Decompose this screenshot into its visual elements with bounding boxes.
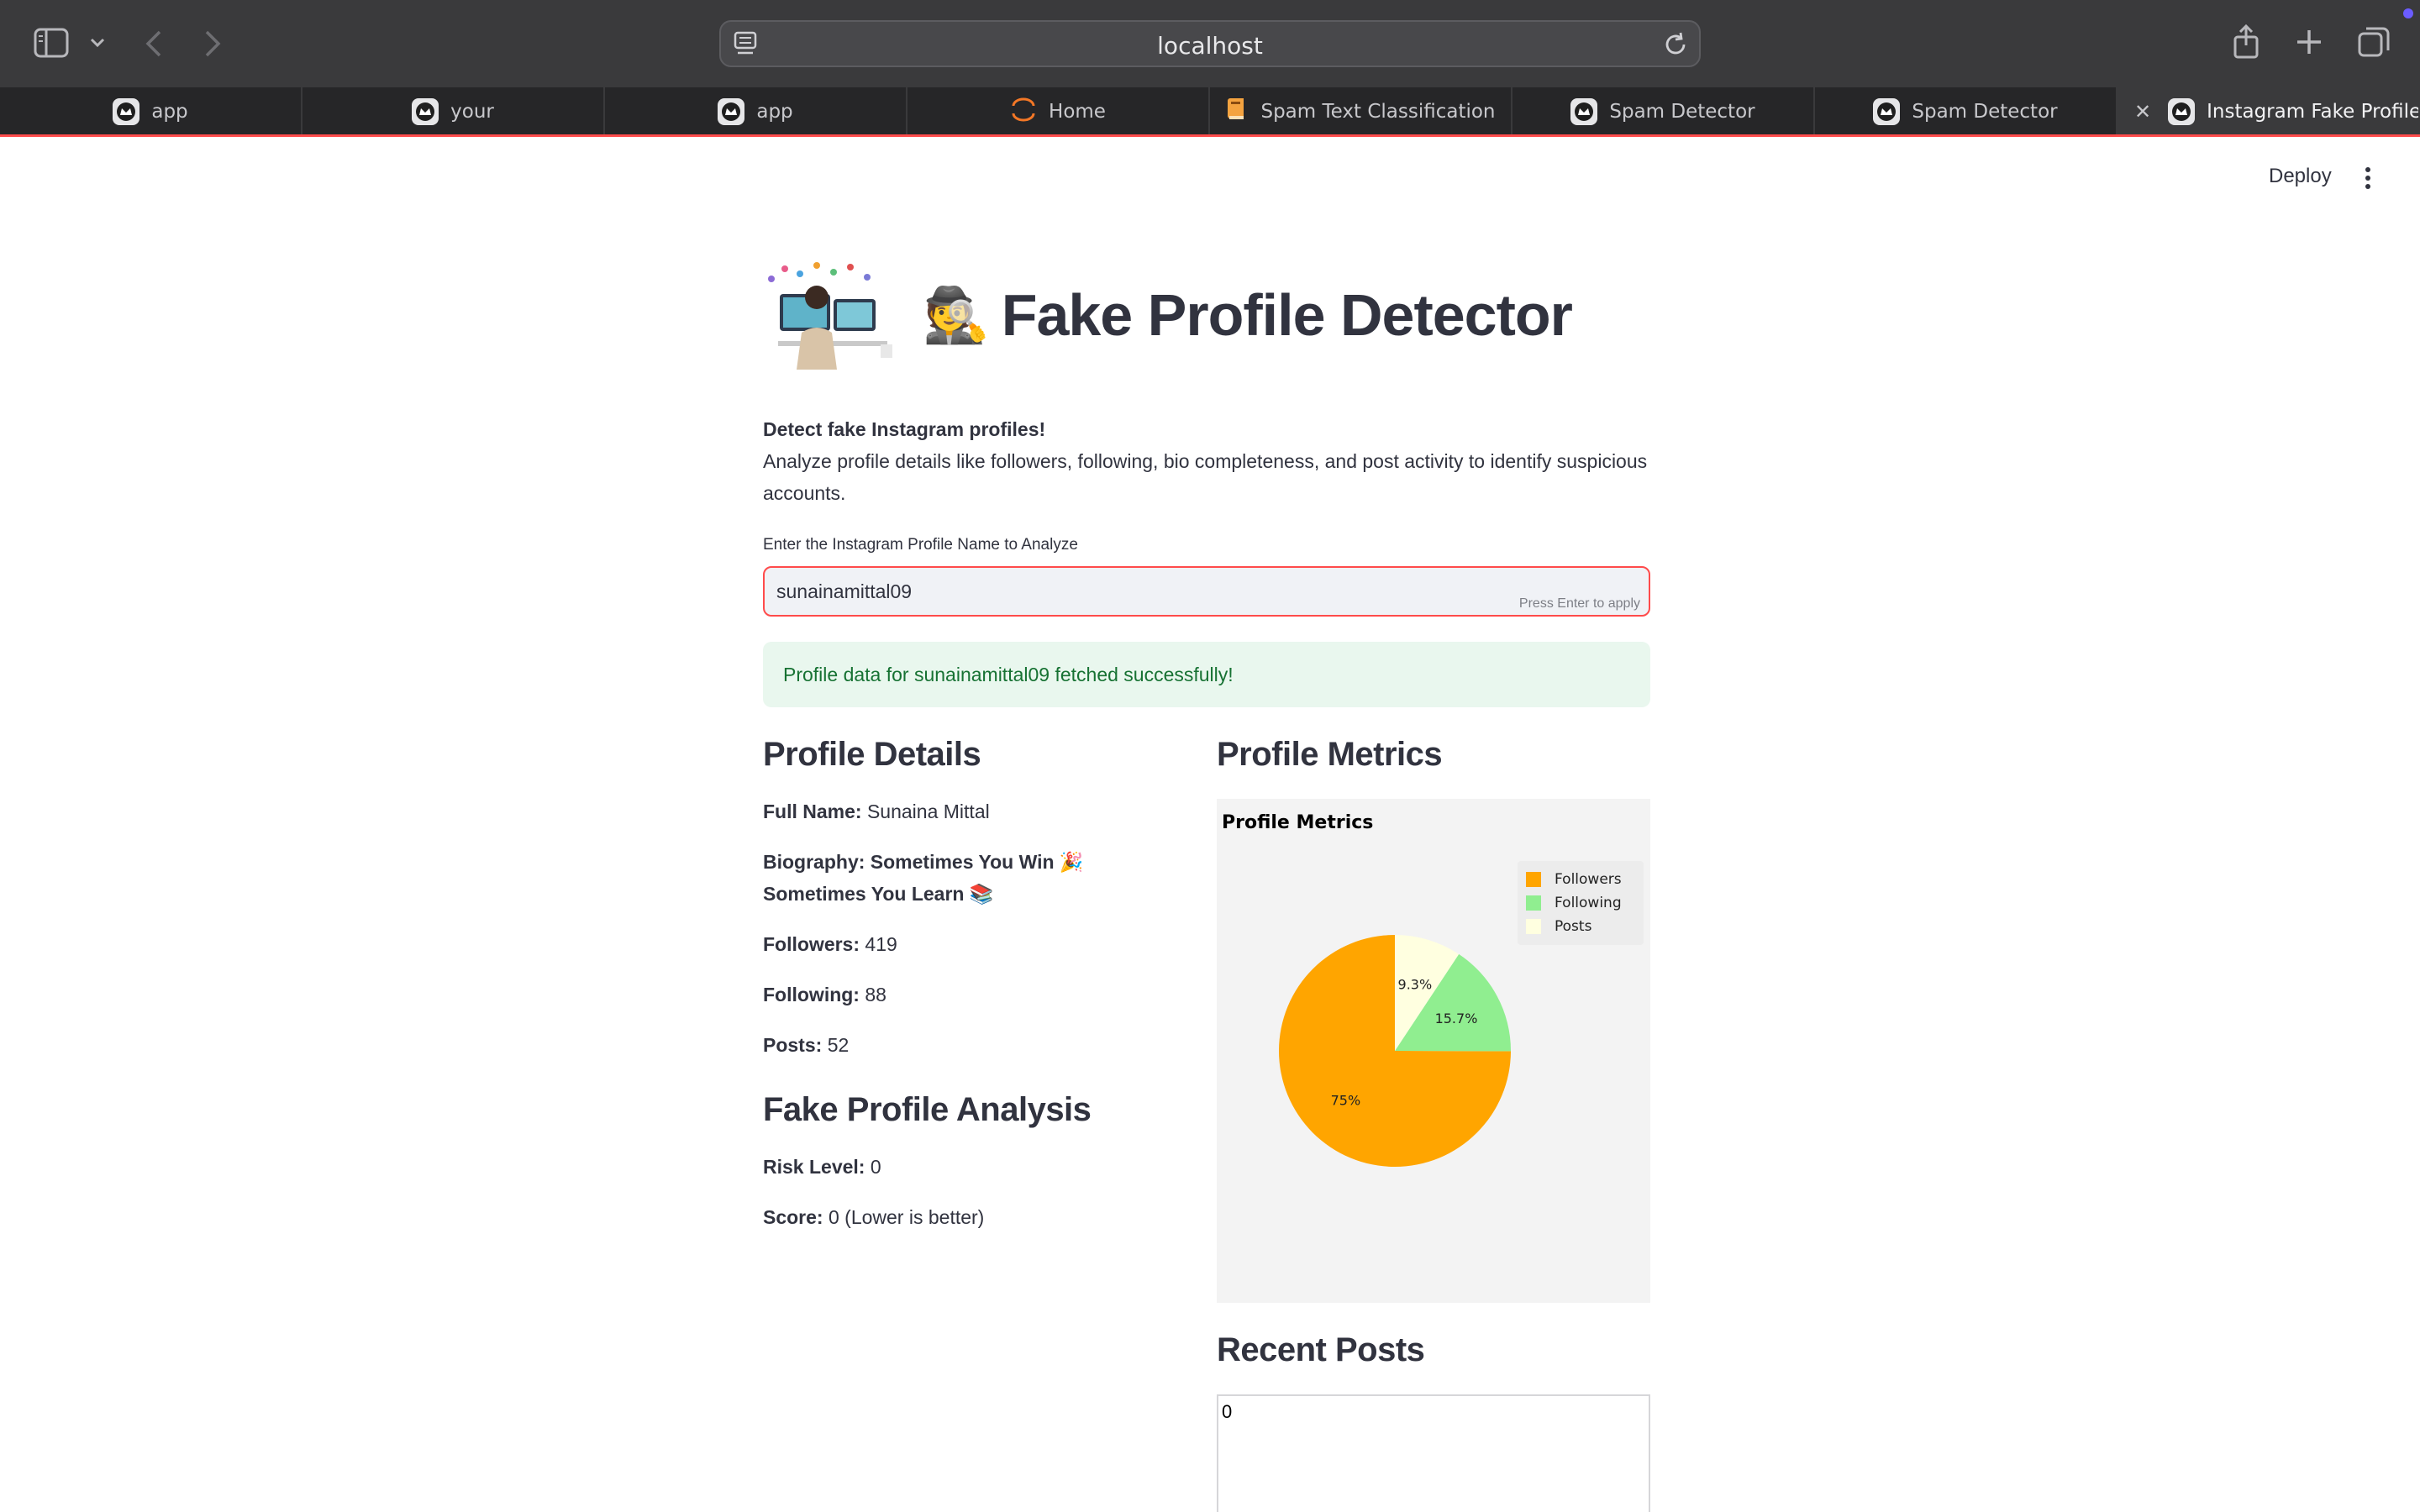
- legend-label: Following: [1555, 895, 1622, 911]
- legend-swatch: [1526, 919, 1541, 934]
- streamlit-crown-icon: [412, 98, 439, 125]
- chevron-down-icon[interactable]: [89, 30, 106, 55]
- posts-value: 52: [827, 1034, 850, 1056]
- tab-spam-detector-1[interactable]: Spam Detector: [1512, 87, 1815, 136]
- chart-title: Profile Metrics: [1222, 812, 1374, 833]
- score-value: 0 (Lower is better): [828, 1206, 985, 1228]
- following-value: 88: [865, 984, 886, 1005]
- streamlit-crown-icon: [1570, 98, 1598, 125]
- legend-item-posts: Posts: [1526, 915, 1635, 938]
- recent-posts-heading: Recent Posts: [1217, 1331, 1425, 1368]
- followers-row: Followers: 419: [763, 933, 897, 955]
- tab-spam-detector-2[interactable]: Spam Detector: [1815, 87, 2118, 136]
- page-accent-bar: [0, 134, 2420, 137]
- title-row: 🕵️ Fake Profile Detector: [763, 252, 1650, 378]
- tab-instagram-fake-profile[interactable]: ✕ Instagram Fake Profile...: [2118, 87, 2420, 136]
- main-content: 🕵️ Fake Profile Detector Detect fake Ins…: [763, 252, 1650, 707]
- share-icon[interactable]: [2232, 24, 2260, 60]
- tab-bar: app your app Home Spam Text Classificati…: [0, 87, 2420, 136]
- jupyter-icon: [1010, 96, 1037, 128]
- tab-label: Spam Text Classification: [1260, 101, 1496, 123]
- legend-label: Followers: [1555, 871, 1622, 888]
- full-name-value: Sunaina Mittal: [866, 801, 990, 822]
- tab-home[interactable]: Home: [908, 87, 1210, 136]
- tab-label: Spam Detector: [1609, 101, 1755, 123]
- tab-overview-icon[interactable]: [2356, 25, 2391, 59]
- intro-text: Detect fake Instagram profiles! Analyze …: [763, 413, 1650, 509]
- tab-label: app: [756, 101, 793, 123]
- main-menu-icon[interactable]: [2361, 165, 2375, 196]
- browser-toolbar: localhost: [0, 0, 2420, 87]
- pie-label-posts: 9.3%: [1398, 977, 1433, 993]
- tab-label: Spam Detector: [1912, 101, 2058, 123]
- fake-profile-analysis-heading: Fake Profile Analysis: [763, 1091, 1092, 1128]
- profile-name-input[interactable]: [765, 568, 1649, 615]
- right-column: Profile Metrics 75% 15.7% 9.3% Profile Met…: [1217, 736, 1650, 1512]
- legend-item-following: Following: [1526, 891, 1635, 915]
- tab-label: Home: [1049, 101, 1106, 123]
- address-bar[interactable]: localhost: [719, 20, 1701, 67]
- page-title: Fake Profile Detector: [1001, 282, 1573, 348]
- profile-metrics-chart: 75% 15.7% 9.3% Profile Metrics Followers Fo…: [1217, 799, 1650, 1303]
- recent-posts-cell: 0: [1222, 1401, 1233, 1422]
- new-tab-icon[interactable]: [2294, 27, 2324, 57]
- left-column: Profile Details Full Name: Sunaina Mitta…: [763, 736, 1183, 1233]
- followers-value: 419: [865, 933, 897, 955]
- success-alert: Profile data for sunainamittal09 fetched…: [763, 642, 1650, 707]
- close-tab-icon[interactable]: ✕: [2134, 100, 2151, 123]
- input-hint: Press Enter to apply: [1518, 596, 1640, 611]
- score-row: Score: 0 (Lower is better): [763, 1206, 985, 1228]
- back-icon[interactable]: [143, 27, 165, 60]
- tab-label: Instagram Fake Profile...: [2207, 101, 2420, 123]
- legend-label: Posts: [1555, 918, 1592, 935]
- sidebar-toggle-icon[interactable]: [34, 27, 69, 59]
- legend-swatch: [1526, 872, 1541, 887]
- profile-details-heading: Profile Details: [763, 736, 981, 773]
- risk-level-row: Risk Level: 0: [763, 1156, 881, 1178]
- tab-label: your: [450, 101, 494, 123]
- posts-row: Posts: 52: [763, 1034, 850, 1056]
- reload-icon[interactable]: [1662, 30, 1689, 63]
- profile-input-label: Enter the Instagram Profile Name to Anal…: [763, 536, 1078, 554]
- tab-app-1[interactable]: app: [0, 87, 302, 136]
- success-message: Profile data for sunainamittal09 fetched…: [783, 663, 1234, 685]
- streamlit-crown-icon: [718, 98, 745, 125]
- tab-app-2[interactable]: app: [605, 87, 908, 136]
- recent-posts-table[interactable]: 0: [1217, 1394, 1650, 1512]
- pie-label-following: 15.7%: [1435, 1011, 1478, 1026]
- biography-row: Biography: Sometimes You Win 🎉 Sometimes…: [763, 851, 1084, 905]
- notification-dot: [2403, 8, 2413, 18]
- detective-emoji: 🕵️: [923, 284, 990, 345]
- tab-spam-text-classification[interactable]: Spam Text Classification: [1210, 87, 1512, 136]
- streamlit-crown-icon: [2168, 98, 2196, 125]
- legend-swatch: [1526, 895, 1541, 911]
- risk-level-value: 0: [870, 1156, 881, 1178]
- legend-item-followers: Followers: [1526, 868, 1635, 891]
- streamlit-crown-icon: [113, 98, 140, 125]
- tab-label: app: [151, 101, 188, 123]
- url-text[interactable]: localhost: [721, 32, 1699, 60]
- forward-icon[interactable]: [202, 27, 224, 60]
- detective-illustration: [763, 260, 897, 370]
- book-icon: [1225, 96, 1249, 128]
- following-row: Following: 88: [763, 984, 886, 1005]
- profile-metrics-heading: Profile Metrics: [1217, 736, 1443, 773]
- chart-legend: Followers Following Posts: [1518, 861, 1644, 945]
- streamlit-crown-icon: [1873, 98, 1901, 125]
- intro-headline: Detect fake Instagram profiles!: [763, 418, 1046, 440]
- tab-your[interactable]: your: [302, 87, 605, 136]
- profile-input-container: Press Enter to apply: [763, 566, 1650, 617]
- deploy-button[interactable]: Deploy: [2269, 165, 2332, 188]
- full-name-row: Full Name: Sunaina Mittal: [763, 801, 990, 822]
- intro-description: Analyze profile details like followers, …: [763, 450, 1648, 504]
- pie-label-followers: 75%: [1331, 1092, 1361, 1108]
